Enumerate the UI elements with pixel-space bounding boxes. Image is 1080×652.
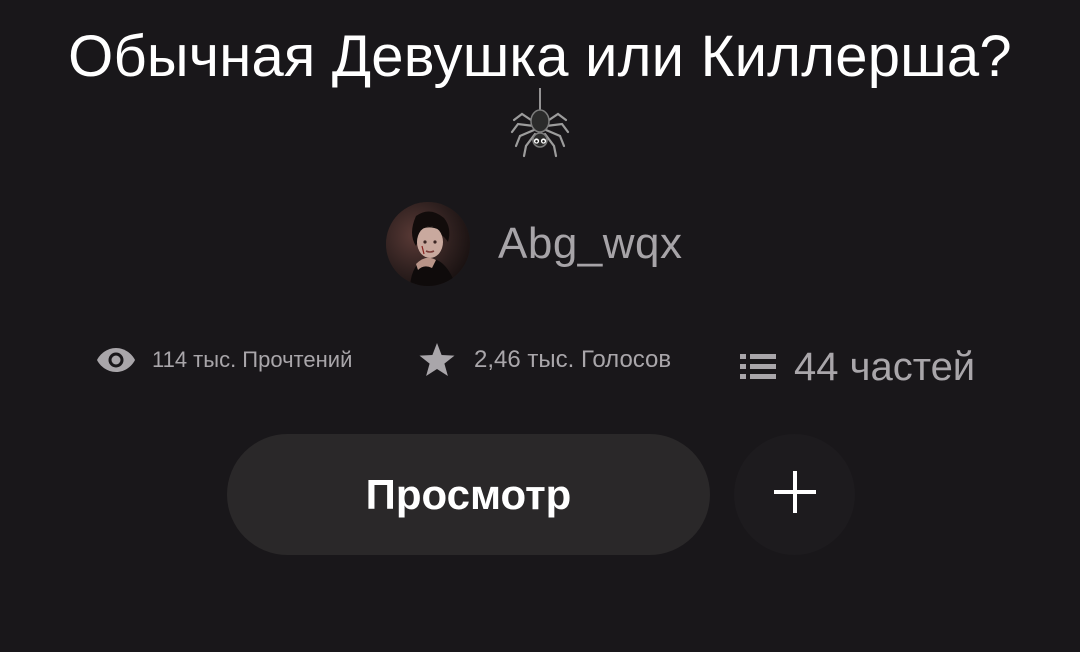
stat-reads-label: 114 тыс. Прочтений [152, 347, 353, 372]
plus-icon [773, 470, 817, 519]
author-name[interactable]: Abg_wqx [498, 219, 683, 269]
stat-reads: 114 тыс. Прочтений [96, 340, 352, 380]
read-button[interactable]: Просмотр [227, 434, 710, 555]
author-avatar[interactable] [386, 202, 470, 286]
stat-parts[interactable]: 44 частей [740, 344, 975, 390]
stat-votes: 2,46 тыс. Голосов [418, 340, 671, 380]
spider-icon [510, 88, 570, 160]
stat-parts-label[interactable]: 44 частей [794, 345, 975, 390]
author-link[interactable]: Abg_wqx [386, 202, 683, 286]
list-icon [740, 351, 776, 383]
add-to-library-button[interactable] [734, 434, 855, 555]
story-title: Обычная Девушка или Киллерша? [68, 24, 1012, 89]
star-icon [418, 342, 456, 378]
eye-icon [96, 346, 136, 374]
story-details-page: Обычная Девушка или Киллерша? Abg_wqx 11… [0, 0, 1080, 652]
stat-votes-label: 2,46 тыс. Голосов [474, 346, 672, 373]
